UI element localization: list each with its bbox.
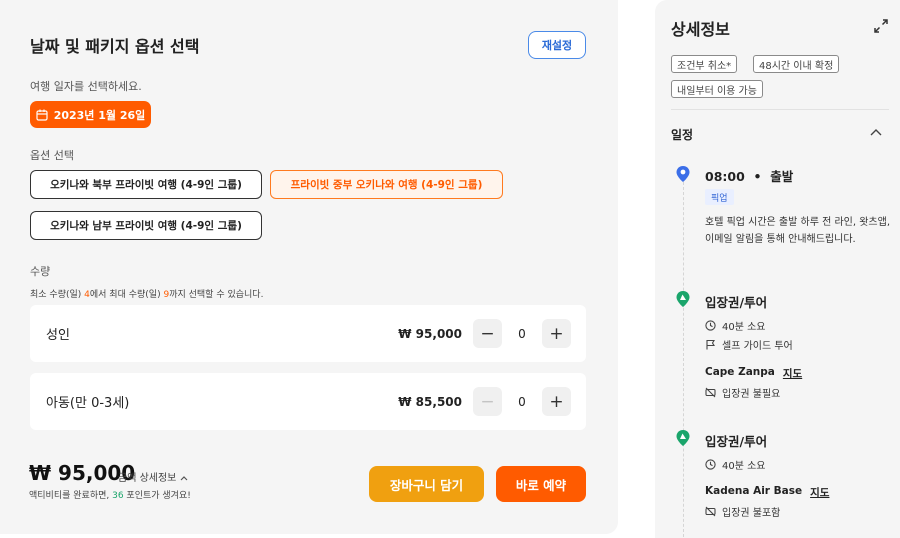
- adult-minus-button[interactable]: −: [473, 319, 502, 348]
- pickup-badge: 픽업: [705, 189, 734, 205]
- child-plus-button[interactable]: +: [542, 387, 571, 416]
- details-title: 상세정보: [671, 20, 730, 39]
- option-south[interactable]: 오키나와 남부 프라이빗 여행 (4-9인 그룹): [30, 211, 262, 240]
- step2-place: Kadena Air Base 지도: [705, 485, 830, 500]
- adult-label: 성인: [46, 328, 70, 343]
- details-panel: 상세정보 조건부 취소* 48시간 이내 확정 내일부터 이용 가능 일정 08…: [655, 0, 900, 538]
- step2-title: 입장권/투어: [705, 434, 768, 449]
- location-pin-icon: [676, 166, 690, 182]
- booking-title: 날짜 및 패키지 옵션 선택: [30, 37, 200, 56]
- step2-ticket: 입장권 불포함: [705, 504, 780, 519]
- step1-duration: 40분 소요: [705, 318, 766, 333]
- tag-cancel: 조건부 취소*: [671, 55, 738, 73]
- step1-title: 입장권/투어: [705, 295, 768, 310]
- timeline-line: [683, 182, 684, 538]
- pickup-description: 호텔 픽업 시간은 출발 하루 전 라인, 왓츠앱, 이메일 알림을 통해 안내…: [705, 217, 891, 245]
- option-north[interactable]: 오키나와 북부 프라이빗 여행 (4-9인 그룹): [30, 170, 262, 199]
- quantity-hint: 최소 수량(일) 4에서 최대 수량(일) 9까지 선택할 수 있습니다.: [30, 290, 264, 300]
- child-label: 아동(만 0-3세): [46, 396, 130, 411]
- flag-icon: [706, 339, 715, 350]
- booking-panel: 날짜 및 패키지 옵션 선택 재설정 여행 일자를 선택하세요. 2023년 1…: [0, 0, 618, 534]
- chevron-up-icon[interactable]: [869, 127, 883, 137]
- divider: [671, 109, 889, 110]
- qty-row-child: 아동(만 0-3세) ₩ 85,500 − 0 +: [30, 373, 586, 430]
- tag-confirm: 48시간 이내 확정: [753, 55, 840, 73]
- child-price: ₩ 85,500: [398, 394, 462, 409]
- tour-pin-icon: [676, 430, 690, 446]
- start-heading: 08:00 • 출발: [705, 169, 794, 184]
- points-note: 액티비티를 완료하면, 36 포인트가 생겨요!: [29, 491, 191, 501]
- itinerary-title: 일정: [671, 128, 694, 142]
- qty-row-adult: 성인 ₩ 95,000 − 0 +: [30, 305, 586, 362]
- no-ticket-icon: [705, 387, 716, 398]
- expand-icon[interactable]: [873, 18, 889, 34]
- book-now-button[interactable]: 바로 예약: [496, 466, 586, 502]
- price-detail-toggle[interactable]: 금액 상세정보: [118, 469, 188, 484]
- date-prompt: 여행 일자를 선택하세요.: [30, 80, 142, 93]
- tour-pin-icon: [676, 291, 690, 307]
- adult-price: ₩ 95,000: [398, 326, 462, 341]
- adult-plus-button[interactable]: +: [542, 319, 571, 348]
- no-ticket-icon: [705, 506, 716, 517]
- option-label: 옵션 선택: [30, 149, 74, 162]
- quantity-label: 수량: [30, 265, 51, 278]
- reset-button[interactable]: 재설정: [528, 31, 586, 59]
- chevron-up-icon: [180, 476, 188, 481]
- add-to-cart-button[interactable]: 장바구니 담기: [369, 466, 484, 502]
- selected-date: 2023년 1월 26일: [53, 108, 146, 122]
- step1-ticket: 입장권 불필요: [705, 385, 780, 400]
- calendar-icon: [36, 109, 48, 121]
- map-link[interactable]: 지도: [783, 366, 802, 381]
- clock-icon: [705, 320, 716, 331]
- step2-duration: 40분 소요: [705, 457, 766, 472]
- step1-place: Cape Zanpa 지도: [705, 366, 803, 381]
- adult-qty: 0: [518, 326, 526, 341]
- date-chip[interactable]: 2023년 1월 26일: [30, 101, 151, 128]
- child-qty: 0: [518, 394, 526, 409]
- map-link[interactable]: 지도: [810, 485, 829, 500]
- option-central[interactable]: 프라이빗 중부 오키나와 여행 (4-9인 그룹): [270, 170, 503, 199]
- tag-availability: 내일부터 이용 가능: [671, 80, 763, 98]
- child-minus-button[interactable]: −: [473, 387, 502, 416]
- step1-guide: 셀프 가이드 투어: [705, 337, 793, 352]
- clock-icon: [705, 459, 716, 470]
